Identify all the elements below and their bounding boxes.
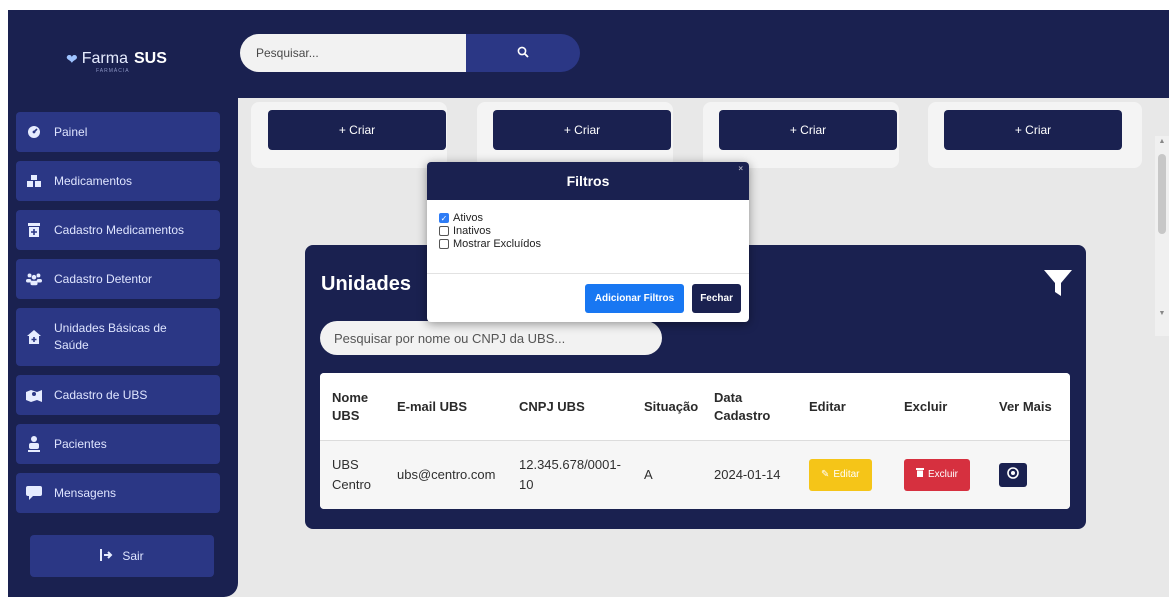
- column-header[interactable]: Ver Mais: [987, 398, 1070, 416]
- sidebar-item-cadastro-medicamentos[interactable]: Cadastro Medicamentos: [16, 210, 220, 250]
- create-button[interactable]: + Criar: [268, 110, 446, 150]
- column-header[interactable]: CNPJ UBS: [507, 398, 632, 416]
- sidebar-item-label: Medicamentos: [54, 174, 133, 188]
- filter-option-ativos[interactable]: ✓ Ativos: [439, 212, 749, 224]
- table-row: UBS Centro ubs@centro.com 12.345.678/000…: [320, 441, 1070, 509]
- app-frame: ❤ Farma SUS FARMÁCIA Painel Medicamentos…: [8, 10, 1169, 597]
- patient-icon: [26, 436, 42, 452]
- sidebar-item-label: Cadastro Medicamentos: [54, 223, 185, 237]
- delete-button[interactable]: Excluir: [904, 459, 971, 491]
- modal-header: Filtros ×: [427, 162, 749, 200]
- sidebar-item-label: Painel: [54, 125, 88, 139]
- global-search: [240, 34, 580, 72]
- dashboard-icon: [26, 124, 42, 140]
- message-icon: [26, 485, 42, 501]
- cell-view: [987, 463, 1070, 487]
- sidebar-item-label: Pacientes: [54, 437, 107, 451]
- column-header[interactable]: E-mail UBS: [385, 398, 507, 416]
- checkbox[interactable]: [439, 239, 449, 249]
- brand-subtitle: FARMÁCIA: [96, 68, 130, 74]
- heart-icon: ❤: [66, 50, 78, 67]
- cell-cnpj: 12.345.678/0001-10: [519, 457, 621, 492]
- page-scrollbar[interactable]: ▲ ▼: [1155, 136, 1169, 336]
- sidebar-item-cadastro-detentor[interactable]: Cadastro Detentor: [16, 259, 220, 299]
- create-button[interactable]: + Criar: [493, 110, 671, 150]
- medicine-box-icon: [26, 222, 42, 238]
- delete-label: Excluir: [928, 469, 959, 480]
- cell-situacao: A: [644, 467, 653, 482]
- modal-footer: Adicionar Filtros Fechar: [427, 274, 749, 322]
- ubs-table: Nome UBS E-mail UBS CNPJ UBS Situação Da…: [320, 373, 1070, 509]
- users-icon: [26, 271, 42, 287]
- close-modal-button[interactable]: Fechar: [692, 283, 741, 313]
- filter-option-inativos[interactable]: Inativos: [439, 225, 749, 237]
- scroll-down-arrow-icon[interactable]: ▼: [1158, 310, 1166, 318]
- modal-title: Filtros: [566, 173, 610, 189]
- create-button[interactable]: + Criar: [719, 110, 897, 150]
- eye-icon: [1007, 465, 1019, 485]
- cell-edit: ✎ Editar: [797, 459, 892, 491]
- sidebar: ❤ Farma SUS FARMÁCIA Painel Medicamentos…: [8, 10, 238, 597]
- cell-email: ubs@centro.com: [397, 467, 496, 482]
- filters-modal: Filtros × ✓ Ativos Inativos Mostrar Excl…: [427, 162, 749, 322]
- filter-icon[interactable]: [1042, 267, 1074, 299]
- modal-body: ✓ Ativos Inativos Mostrar Excluídos: [427, 200, 749, 274]
- brand-logo[interactable]: ❤ Farma SUS: [66, 50, 167, 68]
- cell-data: 2024-01-14: [714, 467, 781, 482]
- logout-label: Sair: [122, 549, 144, 563]
- close-icon[interactable]: ×: [738, 164, 743, 173]
- sidebar-item-label: Mensagens: [54, 486, 117, 500]
- logout-button[interactable]: Sair: [30, 535, 214, 577]
- search-icon: [517, 45, 529, 62]
- trash-icon: [916, 465, 924, 485]
- checkbox-checked[interactable]: ✓: [439, 213, 449, 223]
- cell-nome: UBS Centro: [332, 457, 372, 492]
- sidebar-item-medicamentos[interactable]: Medicamentos: [16, 161, 220, 201]
- scrollbar-thumb[interactable]: [1158, 154, 1166, 234]
- column-header[interactable]: Nome UBS: [320, 389, 385, 425]
- column-header[interactable]: Excluir: [892, 398, 987, 416]
- sidebar-item-pacientes[interactable]: Pacientes: [16, 424, 220, 464]
- filter-option-excluidos[interactable]: Mostrar Excluídos: [439, 238, 749, 250]
- sidebar-item-mensagens[interactable]: Mensagens: [16, 473, 220, 513]
- sidebar-item-cadastro-ubs[interactable]: Cadastro de UBS: [16, 375, 220, 415]
- filter-option-label: Mostrar Excluídos: [453, 238, 542, 250]
- sidebar-item-label: Cadastro de UBS: [54, 388, 148, 402]
- sidebar-item-label: Cadastro Detentor: [54, 272, 153, 286]
- brand-name-part1: Farma: [81, 50, 128, 67]
- search-input[interactable]: [240, 34, 480, 72]
- apply-filters-button[interactable]: Adicionar Filtros: [584, 283, 685, 313]
- filter-option-label: Inativos: [453, 225, 491, 237]
- column-header[interactable]: Editar: [797, 398, 892, 416]
- scroll-up-arrow-icon[interactable]: ▲: [1158, 138, 1166, 146]
- pencil-icon: ✎: [821, 469, 830, 480]
- sidebar-item-label: Unidades Básicas de Saúde: [54, 321, 167, 352]
- brand-name-part2: SUS: [133, 50, 167, 67]
- column-header[interactable]: Data Cadastro: [702, 389, 797, 425]
- cell-delete: Excluir: [892, 459, 987, 491]
- boxes-icon: [26, 173, 42, 189]
- checkbox[interactable]: [439, 226, 449, 236]
- edit-button[interactable]: ✎ Editar: [809, 459, 872, 491]
- map-user-icon: [26, 387, 42, 403]
- search-button[interactable]: [466, 34, 580, 72]
- ubs-search-input[interactable]: [320, 321, 662, 355]
- view-more-button[interactable]: [999, 463, 1027, 487]
- edit-label: Editar: [833, 469, 860, 480]
- page-title: Unidades: [321, 273, 412, 295]
- filter-option-label: Ativos: [453, 212, 483, 224]
- column-header[interactable]: Situação: [632, 398, 702, 416]
- table-header-row: Nome UBS E-mail UBS CNPJ UBS Situação Da…: [320, 373, 1070, 441]
- create-button[interactable]: + Criar: [944, 110, 1122, 150]
- sidebar-item-painel[interactable]: Painel: [16, 112, 220, 152]
- sidebar-item-unidades[interactable]: Unidades Básicas de Saúde: [16, 308, 220, 366]
- clinic-icon: [26, 329, 42, 345]
- sign-out-icon: [100, 548, 114, 564]
